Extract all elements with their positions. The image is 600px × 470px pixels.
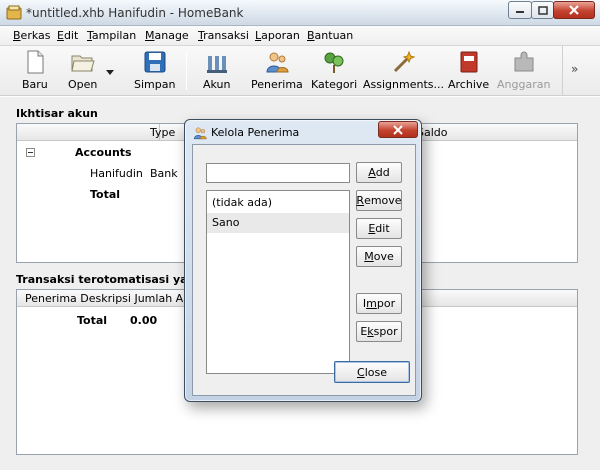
new-document-icon: [27, 50, 44, 74]
list-item-selected[interactable]: Sano: [207, 213, 349, 233]
maximize-icon: [537, 5, 548, 15]
account-name[interactable]: Hanifudin: [90, 167, 143, 180]
homebank-app-icon[interactable]: [6, 5, 22, 21]
new-button[interactable]: Baru: [22, 50, 48, 91]
open-recent-dropdown[interactable]: [106, 66, 114, 79]
open-button[interactable]: Open: [68, 50, 97, 91]
folder-open-icon: [71, 55, 95, 72]
import-button[interactable]: Im por: [356, 293, 402, 314]
dialog-close-button[interactable]: [378, 121, 418, 138]
title-bar[interactable]: *untitled.xhb Hanifudin - HomeBank: [0, 0, 600, 26]
close-window-button[interactable]: [553, 1, 595, 19]
save-button[interactable]: Simpan: [134, 50, 175, 91]
budget-puzzle-icon: [514, 51, 534, 72]
scheduled-total-label: Total: [77, 314, 108, 327]
close-button[interactable]: Close: [334, 361, 410, 383]
minimize-icon: [516, 11, 524, 13]
menu-transaksi[interactable]: Transaksi: [198, 29, 249, 42]
menu-berkas[interactable]: Berkas: [13, 29, 51, 42]
accounts-group-label: Accounts: [75, 146, 132, 159]
collapse-toggle[interactable]: [26, 148, 35, 157]
assignments-button[interactable]: Assignments...: [363, 50, 444, 91]
budget-button[interactable]: Anggaran: [497, 50, 550, 91]
chevron-down-icon: [106, 70, 114, 75]
categories-button[interactable]: Kategori: [311, 50, 357, 91]
toolbar-overflow-button[interactable]: »: [571, 62, 578, 76]
archive-book-icon: [460, 51, 478, 73]
remove-button[interactable]: Remove: [356, 190, 402, 211]
payee-list[interactable]: (tidak ada) Sano: [206, 190, 350, 374]
menu-bantuan[interactable]: Bantuan: [307, 29, 353, 42]
menu-edit[interactable]: Edit: [57, 29, 78, 42]
add-button[interactable]: Add: [356, 162, 402, 183]
minus-icon: [28, 152, 33, 153]
accounts-summary-title: Ikhtisar akun: [16, 107, 98, 120]
archive-button[interactable]: Archive: [448, 50, 489, 91]
accounts-button[interactable]: Akun: [203, 50, 231, 91]
export-button[interactable]: Ek spor: [356, 321, 402, 342]
menu-bar: Berkas Edit Tampilan Manage Transaksi La…: [0, 26, 600, 46]
save-disk-icon: [144, 51, 166, 73]
close-icon: [393, 124, 403, 135]
payee-people-icon: [266, 52, 289, 73]
list-item[interactable]: (tidak ada): [207, 193, 349, 213]
minimize-button[interactable]: [508, 1, 532, 19]
menu-manage[interactable]: Manage: [145, 29, 189, 42]
maximize-button[interactable]: [531, 1, 554, 19]
payee-people-icon: [193, 127, 207, 140]
close-icon: [569, 5, 579, 15]
window-title: *untitled.xhb Hanifudin - HomeBank: [26, 6, 244, 20]
bank-icon: [206, 56, 227, 73]
toolbar-separator: [186, 52, 187, 90]
dialog-title: Kelola Penerima: [211, 126, 300, 139]
scheduled-total-value: 0.00: [130, 314, 158, 327]
payees-button[interactable]: Penerima: [251, 50, 303, 91]
payee-name-input[interactable]: [206, 163, 350, 183]
scheduled-columns[interactable]: Penerima Deskripsi Jumlah Akun: [25, 292, 203, 305]
toolbar: Baru Open Simpan Akun Penerima Kategori …: [0, 46, 600, 96]
payee-dialog: Kelola Penerima Add (tidak ada) Sano Rem…: [184, 119, 422, 402]
category-tree-icon: [324, 52, 344, 73]
menu-laporan[interactable]: Laporan: [255, 29, 300, 42]
account-type: Bank: [150, 167, 178, 180]
menu-tampilan[interactable]: Tampilan: [87, 29, 136, 42]
assignment-wand-icon: [393, 50, 415, 73]
move-button[interactable]: Move: [356, 246, 402, 267]
column-type[interactable]: Type: [150, 126, 175, 139]
edit-button[interactable]: Edit: [356, 218, 402, 239]
toolbar-overflow-separator: [562, 46, 563, 96]
dialog-body: Add (tidak ada) Sano Remove Edit Move Im…: [192, 144, 416, 396]
accounts-total-label: Total: [90, 188, 121, 201]
